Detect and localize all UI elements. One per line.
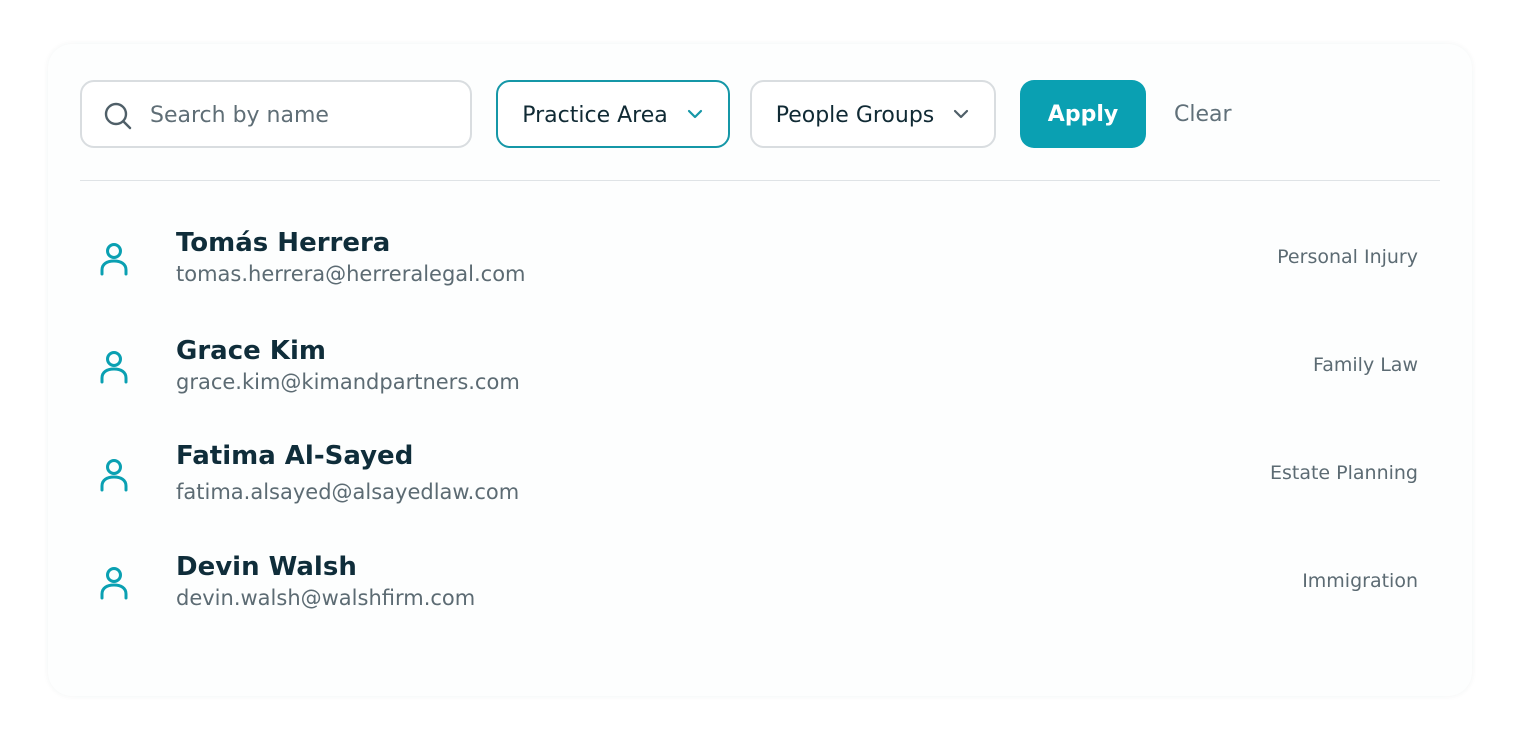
person-icon	[100, 459, 128, 492]
person-practice-area: Immigration	[1302, 570, 1418, 592]
chevron-down-icon	[687, 109, 702, 119]
person-email: tomas.herrera@herreralegal.com	[176, 262, 526, 286]
list-item[interactable]: Tomás Herrera tomas.herrera@herreralegal…	[80, 214, 1440, 304]
people-groups-label: People Groups	[775, 102, 935, 128]
people-directory-panel: Practice Area People Groups Apply Clear …	[48, 44, 1472, 696]
person-email: devin.walsh@walshfirm.com	[176, 586, 476, 610]
person-icon	[100, 243, 128, 276]
person-email: fatima.alsayed@alsayedlaw.com	[176, 480, 520, 504]
toolbar-divider	[80, 180, 1440, 181]
person-name: Grace Kim	[176, 336, 326, 366]
person-name: Devin Walsh	[176, 552, 357, 582]
search-box[interactable]	[80, 80, 472, 148]
practice-area-dropdown[interactable]: Practice Area	[496, 80, 730, 148]
search-input[interactable]	[148, 92, 462, 138]
person-name: Fatima Al-Sayed	[176, 441, 414, 471]
practice-area-label: Practice Area	[522, 102, 668, 128]
list-item[interactable]: Fatima Al-Sayed fatima.alsayed@alsayedla…	[80, 430, 1440, 520]
person-practice-area: Family Law	[1313, 354, 1418, 376]
person-email: grace.kim@kimandpartners.com	[176, 370, 520, 394]
apply-button[interactable]: Apply	[1020, 80, 1146, 148]
chevron-down-icon	[954, 109, 969, 119]
people-groups-dropdown[interactable]: People Groups	[750, 80, 996, 148]
person-name: Tomás Herrera	[176, 228, 391, 258]
list-item[interactable]: Devin Walsh devin.walsh@walshfirm.com Im…	[80, 538, 1440, 628]
search-icon	[104, 102, 132, 130]
clear-button[interactable]: Clear	[1174, 99, 1232, 129]
person-practice-area: Estate Planning	[1269, 462, 1418, 484]
filter-toolbar: Practice Area People Groups Apply Clear	[80, 80, 1440, 148]
person-practice-area: Personal Injury	[1277, 246, 1418, 268]
person-icon	[100, 567, 128, 600]
person-icon	[100, 351, 128, 384]
list-item[interactable]: Grace Kim grace.kim@kimandpartners.com F…	[80, 322, 1440, 412]
